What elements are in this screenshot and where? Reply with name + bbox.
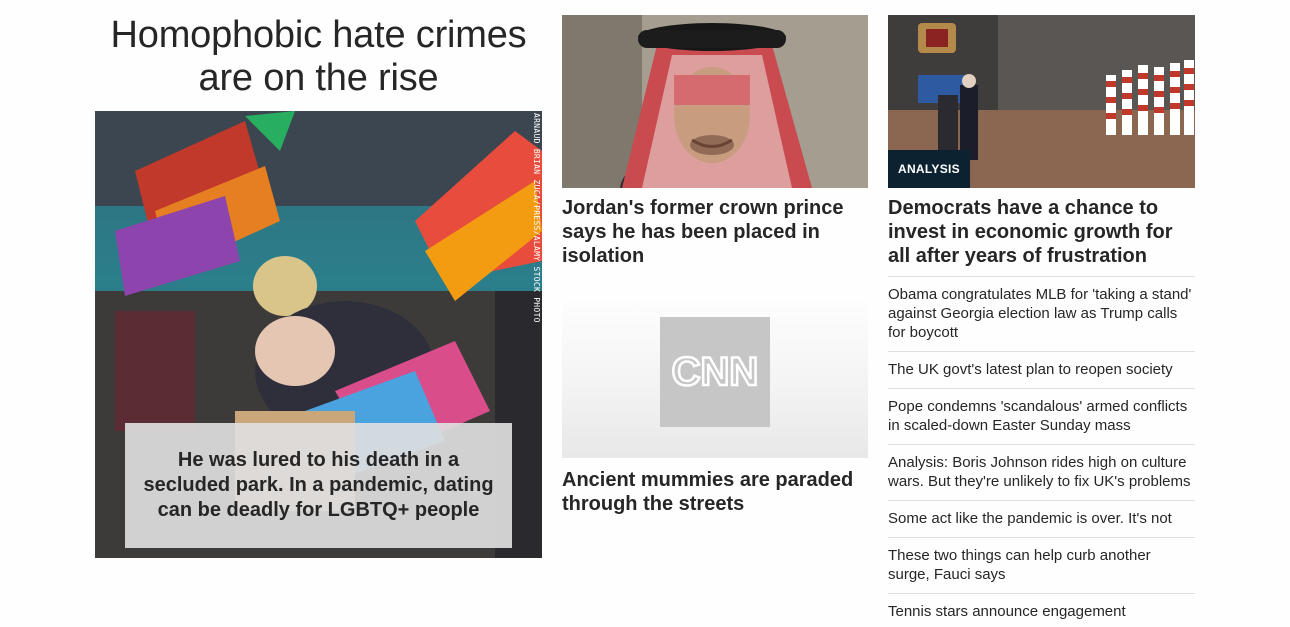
middle-column: Jordan's former crown prince says he has… xyxy=(562,15,868,516)
cnn-logo-icon: CNN xyxy=(660,317,770,427)
analysis-badge: ANALYSIS xyxy=(888,150,970,188)
photo-credit: ARNAUD BRIAN ZUCA/PRESS/ALAMY STOCK PHOT… xyxy=(532,113,541,323)
prince-photo xyxy=(562,15,868,188)
lead-caption[interactable]: He was lured to his death in a secluded … xyxy=(137,448,500,523)
mummies-image-link[interactable]: CNN xyxy=(562,286,868,458)
story-mummies-title[interactable]: Ancient mummies are paraded through the … xyxy=(562,468,868,516)
headline-item[interactable]: Pope condemns 'scandalous' armed conflic… xyxy=(888,388,1195,444)
prince-image-link[interactable] xyxy=(562,15,868,188)
lead-image-link[interactable]: ARNAUD BRIAN ZUCA/PRESS/ALAMY STOCK PHOT… xyxy=(95,111,542,558)
right-column: ANALYSIS Democrats have a chance to inve… xyxy=(888,15,1195,627)
democrats-image-link[interactable]: ANALYSIS xyxy=(888,15,1195,188)
headline-list: Obama congratulates MLB for 'taking a st… xyxy=(888,276,1195,627)
democrats-title[interactable]: Democrats have a chance to invest in eco… xyxy=(888,196,1195,268)
lead-story: Homophobic hate crimes are on the rise A… xyxy=(95,14,542,558)
headline-item[interactable]: Analysis: Boris Johnson rides high on cu… xyxy=(888,444,1195,500)
headline-item[interactable]: The UK govt's latest plan to reopen soci… xyxy=(888,351,1195,388)
cnn-logo-text: CNN xyxy=(672,350,759,394)
headline-item[interactable]: These two things can help curb another s… xyxy=(888,537,1195,593)
headline-item[interactable]: Some act like the pandemic is over. It's… xyxy=(888,500,1195,537)
lead-caption-box: He was lured to his death in a secluded … xyxy=(125,423,512,548)
story-jordan-title[interactable]: Jordan's former crown prince says he has… xyxy=(562,196,868,268)
lead-headline[interactable]: Homophobic hate crimes are on the rise xyxy=(95,14,542,100)
headline-item[interactable]: Tennis stars announce engagement xyxy=(888,593,1195,627)
headline-item[interactable]: Obama congratulates MLB for 'taking a st… xyxy=(888,276,1195,351)
